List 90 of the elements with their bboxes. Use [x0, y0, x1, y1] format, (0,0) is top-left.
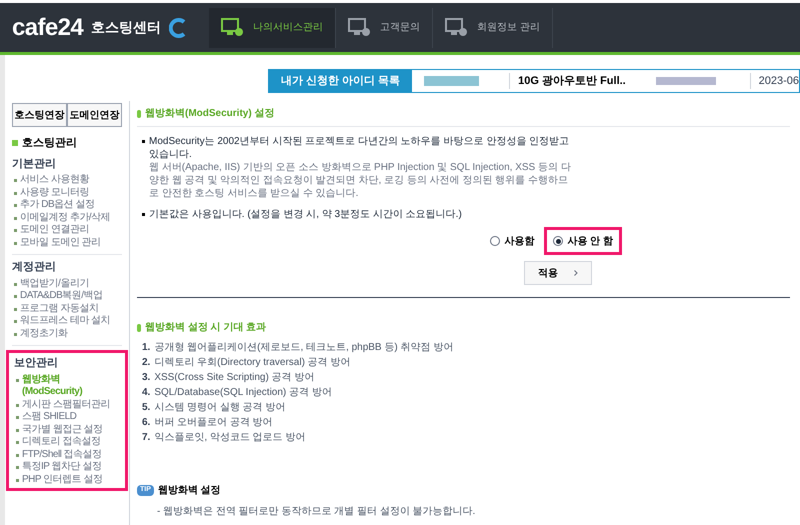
- nav-tab[interactable]: 고객문의: [336, 8, 434, 48]
- bullet-icon: [142, 140, 145, 143]
- sidebar-link[interactable]: 워드프레스 테마 설치: [12, 315, 122, 328]
- extend-button[interactable]: 호스팅연장: [12, 103, 67, 127]
- sidebar-link[interactable]: 백업받기/올리기: [12, 278, 122, 290]
- bullet-icon: [137, 324, 141, 332]
- bullet-icon: [14, 216, 17, 220]
- sidebar-link[interactable]: 게시판 스팸필터관리: [14, 398, 120, 411]
- radio-button[interactable]: [553, 236, 564, 246]
- bullet-icon: [14, 332, 17, 336]
- bullet-icon: [14, 204, 17, 207]
- sidebar-link[interactable]: 계정초기화: [12, 328, 122, 340]
- account-list-label: 내가 신청한 아이디 목록: [269, 70, 412, 92]
- bullet-icon: [16, 478, 19, 482]
- sidebar-link[interactable]: 추가 DB옵션 설정: [12, 199, 122, 212]
- tip-title: 웹방화벽 설정: [158, 484, 221, 498]
- sidebar-link[interactable]: 스팸 SHIELD: [14, 411, 120, 424]
- date-text: 2023-06: [750, 72, 799, 90]
- bullet-icon: [16, 466, 19, 469]
- product-name: 10G 광아우토반 Full..: [509, 72, 626, 90]
- logo-icon: [169, 18, 188, 38]
- section-title: 웹방화벽(ModSecurity) 설정: [145, 107, 274, 121]
- effect-text: 익스플로잇, 악성코드 업로드 방어: [154, 431, 306, 445]
- monitor-icon: [221, 18, 246, 38]
- nav-tab[interactable]: 회원정보 관리: [433, 8, 553, 48]
- sidebar-link[interactable]: 이메일계정 추가/삭제: [12, 212, 122, 224]
- blurred-info: [656, 77, 716, 85]
- logo-subtitle: 호스팅센터: [91, 18, 162, 37]
- bullet-icon: [137, 110, 141, 118]
- highlight-box[interactable]: 사용 안 함: [544, 227, 622, 255]
- bullet-icon: [14, 179, 17, 182]
- tip-text: - 웹방화벽은 전역 필터로만 동작하므로 개별 필터 설정이 불가능합니다.: [156, 505, 476, 519]
- note-text: 기본값은 사용입니다. (설정을 변경 시, 약 3분정도 시간이 소요됩니다.): [149, 208, 462, 221]
- bullet-icon: [16, 428, 19, 432]
- item-number: 6.: [142, 416, 150, 430]
- effect-text: 시스템 명령어 실행 공격 방어: [154, 401, 286, 415]
- apply-button[interactable]: 적용: [524, 261, 592, 285]
- bullet-icon: [14, 295, 17, 298]
- sidebar-link[interactable]: 특정IP 웹차단 설정: [14, 461, 120, 474]
- sidebar-link[interactable]: 디렉토리 접속설정: [14, 436, 120, 448]
- bullet-icon: [14, 242, 17, 244]
- monitor-icon: [445, 18, 470, 38]
- sidebar-link[interactable]: 모바일 도메인 관리: [12, 236, 122, 249]
- radio-option[interactable]: 사용함: [488, 227, 536, 255]
- radio-button[interactable]: [490, 236, 500, 246]
- logo[interactable]: cafe24: [12, 10, 84, 46]
- bullet-icon: [14, 320, 17, 323]
- item-number: 2.: [142, 356, 150, 370]
- group-title: 기본관리: [12, 156, 57, 172]
- nav-tab[interactable]: 나의서비스관리: [209, 8, 336, 48]
- sidebar-link[interactable]: 웹방화벽 (ModSecurity): [14, 374, 120, 398]
- bullet-icon: [14, 229, 17, 232]
- section-title: 웹방화벽 설정 시 기대 효과: [145, 321, 266, 335]
- chevron-icon: [574, 270, 578, 276]
- sidebar-link[interactable]: 국가별 웹접근 설정: [14, 424, 120, 436]
- bullet-icon: [14, 282, 17, 286]
- bullet-icon: [16, 441, 19, 444]
- bullet-icon: [16, 454, 19, 456]
- item-number: 4.: [142, 386, 150, 400]
- item-number: 7.: [142, 431, 150, 445]
- effect-text: XSS(Cross Site Scripting) 공격 방어: [154, 371, 314, 385]
- bullet-icon: [16, 416, 19, 419]
- blurred-id: [424, 76, 480, 86]
- effect-text: 공개형 웹어플리케이션(제로보드, 테크노트, phpBB 등) 취약점 방어: [154, 341, 454, 355]
- monitor-icon: [348, 18, 372, 38]
- bullet-icon: [16, 404, 19, 406]
- effect-text: 버퍼 오버플로어 공격 방어: [154, 416, 273, 430]
- item-number: 3.: [142, 371, 150, 385]
- item-number: 1.: [142, 341, 150, 355]
- bullet-icon: [12, 140, 18, 146]
- sidebar-link[interactable]: DATA&DB복원/백업: [12, 290, 122, 302]
- extend-button[interactable]: 도메인연장: [67, 103, 122, 127]
- sidebar-link[interactable]: 도메인 연결관리: [12, 224, 122, 236]
- group-title: 보안관리: [14, 356, 59, 371]
- sidebar-title: 호스팅관리: [22, 136, 77, 151]
- group-title: 계정관리: [12, 260, 57, 275]
- sidebar-link[interactable]: 사용량 모니터링: [12, 186, 122, 199]
- note-text: ModSecurity는 2002년부터 시작된 프로젝트로 다년간의 노하우를 바탕으로 안정성을 인정받고 있습니다.: [149, 135, 570, 161]
- note-detail: 웹 서버(Apache, IIS) 기반의 오픈 소스 방화벽으로 PHP Injection 및 SQL Injection, XSS 등의 다양한 웹 공격 및 악의적인 접속요청이 발견되면 차단, 로깅 등의 사전에 정의된 행위를 수행하므로 안전한 호스팅 서비스를 받으실 수 있습니다.: [149, 161, 572, 200]
- sidebar-link[interactable]: 서비스 사용현황: [12, 174, 122, 186]
- bullet-icon: [14, 192, 17, 194]
- bullet-icon: [16, 378, 19, 382]
- item-number: 5.: [142, 401, 150, 415]
- effect-text: SQL/Database(SQL Injection) 공격 방어: [154, 386, 332, 400]
- effect-text: 디렉토리 우회(Directory traversal) 공격 방어: [154, 356, 350, 370]
- sidebar-link[interactable]: 프로그램 자동설치: [12, 302, 122, 315]
- sidebar-link[interactable]: PHP 인터렙트 설정: [14, 474, 120, 486]
- bullet-icon: [14, 308, 17, 310]
- sidebar-link[interactable]: FTP/Shell 접속설정: [14, 448, 120, 461]
- bullet-icon: [142, 213, 145, 216]
